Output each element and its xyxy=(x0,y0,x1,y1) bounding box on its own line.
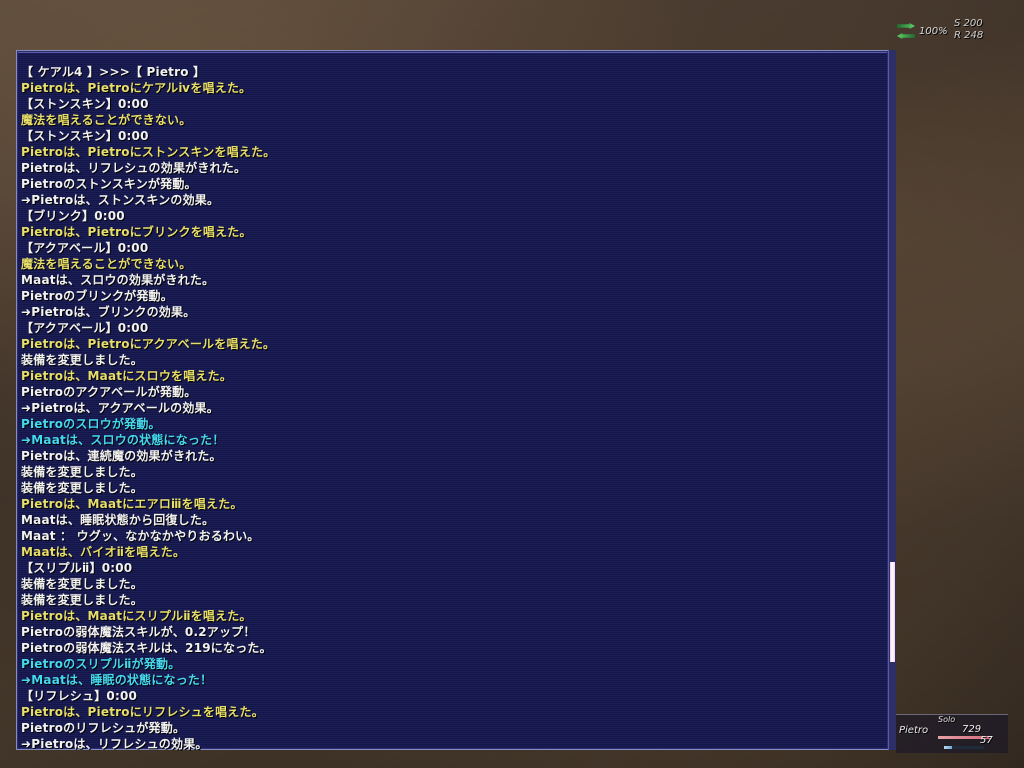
compass-status: 100% S 200 R 248 xyxy=(895,18,1005,46)
chat-line: 【リフレシュ】0:00 xyxy=(21,689,138,703)
party-member-mp: 57 xyxy=(980,735,993,746)
chat-line: Pietroのスロウが発動。 xyxy=(21,417,161,431)
chat-line: Maatは、バイオⅱを唱えた。 xyxy=(21,545,186,559)
chat-line: Pietroは、Maatにスロウを唱えた。 xyxy=(21,369,233,383)
chat-line: 装備を変更しました。 xyxy=(21,593,144,607)
chat-line: Pietroは、Pietroにリフレシュを唱えた。 xyxy=(21,705,264,719)
chat-line: 装備を変更しました。 xyxy=(21,577,144,591)
party-member-hp: 729 xyxy=(962,724,982,735)
status-percent: 100% xyxy=(919,26,948,37)
chat-line: ➜Pietroは、アクアベールの効果。 xyxy=(21,401,219,415)
party-member-name[interactable]: Pietro xyxy=(899,725,928,736)
chat-line: 【アクアベール】0:00 xyxy=(21,321,149,335)
chat-line: 【アクアベール】0:00 xyxy=(21,241,149,255)
mp-bar xyxy=(944,746,984,749)
chat-line: Maatは、睡眠状態から回復した。 xyxy=(21,513,215,527)
chat-line: ➜Pietroは、リフレシュの効果。 xyxy=(21,737,208,751)
chat-line: Pietroのストンスキンが発動。 xyxy=(21,177,197,191)
chat-line: 装備を変更しました。 xyxy=(21,465,144,479)
chat-line: Pietroのアクアベールが発動。 xyxy=(21,385,197,399)
chat-line: 【ストンスキン】0:00 xyxy=(21,129,149,143)
chat-line: ➜Pietroは、ブリンクの効果。 xyxy=(21,305,196,319)
chat-scrollbar[interactable] xyxy=(888,50,896,750)
chat-line: Pietroは、リフレシュの効果がきれた。 xyxy=(21,161,247,175)
chat-line: Pietroのブリンクが発動。 xyxy=(21,289,173,303)
game-background: 100% S 200 R 248 【 ケアル4 】>>>【 Pietro 】 Pi… xyxy=(0,0,1024,768)
party-status-tag: Solo xyxy=(938,715,956,724)
chat-line: Pietroの弱体魔法スキルが、0.2アップ！ xyxy=(21,625,256,639)
status-r-value: R 248 xyxy=(954,30,984,41)
chat-line: Pietroは、Pietroにケアルⅳを唱えた。 xyxy=(21,81,252,95)
chat-scroll-thumb[interactable] xyxy=(890,562,895,662)
chat-log-lines: 【 ケアル4 】>>>【 Pietro 】 Pietroは、Pietroにケアルⅳ… xyxy=(21,64,871,752)
chat-line: Pietroのスリプルⅱが発動。 xyxy=(21,657,181,671)
chat-line: ➜Maatは、スロウの状態になった！ xyxy=(21,433,225,447)
chat-line: Pietroは、Pietroにストンスキンを唱えた。 xyxy=(21,145,276,159)
party-list: Solo Pietro 729 57 xyxy=(896,714,1008,753)
status-sr: S 200 R 248 xyxy=(954,18,983,42)
mp-bar-fill xyxy=(944,746,952,749)
status-s-value: S 200 xyxy=(954,18,983,29)
chat-line: 【ブリンク】0:00 xyxy=(21,209,125,223)
chat-line: Pietroは、Maatにスリプルⅱを唱えた。 xyxy=(21,609,252,623)
chat-line: ➜Maatは、睡眠の状態になった！ xyxy=(21,673,213,687)
chat-line: Pietroのリフレシュが発動。 xyxy=(21,721,186,735)
chat-line: 【 ケアル4 】>>>【 Pietro 】 xyxy=(21,65,206,79)
chat-line: Pietroは、連続魔の効果がきれた。 xyxy=(21,449,222,463)
chat-line: ➜Pietroは、ストンスキンの効果。 xyxy=(21,193,220,207)
sync-arrows-icon xyxy=(897,21,917,43)
chat-line: Pietroは、Pietroにアクアベールを唱えた。 xyxy=(21,337,276,351)
chat-line: 【スリプルⅱ】0:00 xyxy=(21,561,133,575)
chat-line: Pietroは、Maatにエアロⅲを唱えた。 xyxy=(21,497,243,511)
chat-log-window[interactable]: 【 ケアル4 】>>>【 Pietro 】 Pietroは、Pietroにケアルⅳ… xyxy=(16,50,889,752)
chat-line: 【ストンスキン】0:00 xyxy=(21,97,149,111)
chat-line: Pietroは、Pietroにブリンクを唱えた。 xyxy=(21,225,252,239)
chat-line: Maat ： ウグッ、なかなかやりおるわい。 xyxy=(21,529,260,543)
chat-line: Maatは、スロウの効果がきれた。 xyxy=(21,273,215,287)
chat-line: Pietroの弱体魔法スキルは、219になった。 xyxy=(21,641,272,655)
chat-line: 装備を変更しました。 xyxy=(21,481,144,495)
chat-line: 魔法を唱えることができない。 xyxy=(21,113,192,127)
chat-line: 装備を変更しました。 xyxy=(21,353,144,367)
chat-line: 魔法を唱えることができない。 xyxy=(21,257,192,271)
